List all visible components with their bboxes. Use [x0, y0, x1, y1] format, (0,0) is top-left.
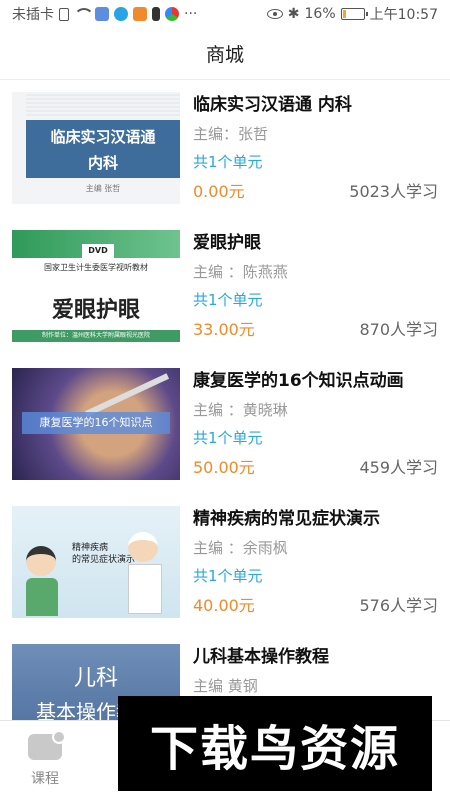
- course-learners: 459人学习: [359, 458, 438, 477]
- thumbnail-title-line: 内科: [87, 154, 118, 172]
- doctor-head: [128, 532, 158, 562]
- thumbnail-title: 爱眼护眼: [51, 298, 140, 323]
- thumbnail-decoration: [26, 92, 180, 116]
- thumbnail-subtitle: 国家卫生计生委医学视听教材: [44, 263, 148, 272]
- patient-body: [26, 578, 58, 616]
- course-item[interactable]: 临床实习汉语通 内科 主编 张哲 临床实习汉语通 内科 主编：张哲 共1个单元 …: [0, 80, 450, 218]
- eye-comfort-icon: [266, 9, 283, 19]
- course-meta: 50.00元 459人学习: [193, 456, 438, 480]
- battery-percent: 16%: [304, 6, 336, 22]
- battery-icon: [340, 8, 368, 20]
- course-editor: 主编 ：陈燕燕: [193, 263, 288, 281]
- course-info: 康复医学的16个知识点动画 主编 ：黄晓琳 共1个单元 50.00元 459人学…: [193, 368, 438, 480]
- course-price: 40.00元: [193, 596, 255, 615]
- course-meta: 33.00元 870人学习: [193, 318, 438, 342]
- more-notifications-icon: ···: [184, 6, 198, 22]
- course-units: 共1个单元: [193, 153, 263, 171]
- thumbnail-title: 康复医学的16个知识点: [22, 412, 170, 434]
- course-thumbnail[interactable]: DVD 国家卫生计生委医学视听教材 爱眼护眼 制作单位：温州医科大学附属眼视光医…: [12, 230, 180, 342]
- course-units: 共1个单元: [193, 291, 263, 309]
- course-price: 50.00元: [193, 458, 255, 477]
- page-title: 商城: [205, 44, 244, 66]
- app-notification-icon: [152, 7, 160, 21]
- thumbnail-title: 精神疾病 的常见症状演示: [72, 542, 135, 566]
- carrier-text: 未插卡: [12, 7, 54, 23]
- course-price: 0.00元: [193, 182, 245, 201]
- course-thumbnail[interactable]: 康复医学的16个知识点: [12, 368, 180, 480]
- course-units: 共1个单元: [193, 567, 263, 585]
- course-title[interactable]: 临床实习汉语通 内科: [193, 92, 438, 118]
- sim-icon: [59, 7, 69, 21]
- thumbnail-title-line: 临床实习汉语通: [50, 128, 156, 146]
- wifi-icon: [74, 8, 94, 20]
- course-editor: 主编：张哲: [193, 125, 269, 143]
- clock: 上午10:57: [369, 7, 438, 23]
- bluetooth-icon: ✱: [287, 6, 300, 22]
- thumbnail-title-line: 精神疾病: [72, 543, 109, 553]
- course-thumbnail[interactable]: 临床实习汉语通 内科 主编 张哲: [12, 92, 180, 204]
- course-info: 临床实习汉语通 内科 主编：张哲 共1个单元 0.00元 5023人学习: [193, 92, 438, 204]
- thumbnail-producer: 制作单位：温州医科大学附属眼视光医院: [12, 330, 180, 342]
- course-title[interactable]: 康复医学的16个知识点动画: [193, 368, 438, 394]
- course-editor: 主编 黄钢: [193, 677, 258, 695]
- status-bar: 未插卡 ··· ✱ 16% 上午10:57: [0, 0, 450, 28]
- course-price: 33.00元: [193, 320, 255, 339]
- watermark: 下载鸟资源: [118, 696, 432, 791]
- course-learners: 576人学习: [359, 596, 438, 615]
- patient-illustration: [26, 546, 62, 616]
- course-title[interactable]: 爱眼护眼: [193, 230, 438, 256]
- watermark-text: 下载鸟资源: [149, 720, 400, 777]
- course-list[interactable]: 临床实习汉语通 内科 主编 张哲 临床实习汉语通 内科 主编：张哲 共1个单元 …: [0, 80, 450, 720]
- thumbnail-editor: 主编 张哲: [85, 184, 121, 193]
- course-info: 爱眼护眼 主编 ：陈燕燕 共1个单元 33.00元 870人学习: [193, 230, 438, 342]
- dvd-logo: DVD: [82, 244, 114, 258]
- course-editor: 主编 ：余雨枫: [193, 539, 288, 557]
- doctor-illustration: [128, 532, 164, 614]
- course-item[interactable]: DVD 国家卫生计生委医学视听教材 爱眼护眼 制作单位：温州医科大学附属眼视光医…: [0, 218, 450, 356]
- doctor-body: [128, 564, 162, 614]
- thumbnail-title-line: 儿科: [73, 666, 118, 691]
- app-notification-icon: [114, 7, 128, 21]
- course-thumbnail[interactable]: 精神疾病 的常见症状演示: [12, 506, 180, 618]
- thumbnail-title: 临床实习汉语通 内科: [26, 120, 180, 178]
- course-meta: 0.00元 5023人学习: [193, 180, 438, 204]
- app-notification-icon: [133, 7, 147, 21]
- syringe-illustration: [84, 373, 170, 417]
- course-learners: 5023人学习: [349, 182, 438, 201]
- app-notification-icon: [165, 7, 179, 21]
- app-notification-icon: [95, 7, 109, 21]
- app-header: 商城: [0, 28, 450, 80]
- course-icon: [28, 729, 66, 760]
- plus-badge-icon: [52, 729, 66, 744]
- course-title[interactable]: 精神疾病的常见症状演示: [193, 506, 438, 532]
- battery-fill: [342, 10, 346, 18]
- course-meta: 40.00元 576人学习: [193, 594, 438, 618]
- status-left: 未插卡 ···: [12, 4, 197, 24]
- course-item[interactable]: 精神疾病 的常见症状演示 精神疾病的常见症状演示 主编 ：余雨枫 共1个单元 4…: [0, 494, 450, 632]
- course-item[interactable]: 康复医学的16个知识点 康复医学的16个知识点动画 主编 ：黄晓琳 共1个单元 …: [0, 356, 450, 494]
- patient-head: [26, 546, 56, 576]
- status-right: ✱ 16% 上午10:57: [266, 4, 438, 24]
- thumbnail-title-line: 的常见症状演示: [72, 555, 136, 565]
- course-learners: 870人学习: [359, 320, 438, 339]
- course-editor: 主编 ：黄晓琳: [193, 401, 288, 419]
- course-units: 共1个单元: [193, 429, 263, 447]
- nav-label: 课程: [31, 770, 59, 787]
- course-title[interactable]: 儿科基本操作教程: [193, 644, 438, 670]
- nav-item-course[interactable]: 课程: [0, 721, 90, 800]
- course-info: 精神疾病的常见症状演示 主编 ：余雨枫 共1个单元 40.00元 576人学习: [193, 506, 438, 618]
